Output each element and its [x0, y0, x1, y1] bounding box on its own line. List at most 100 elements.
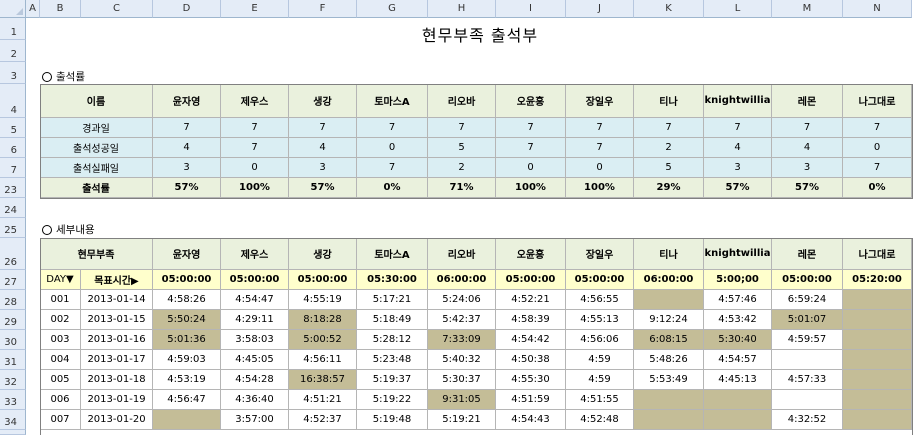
- column-header-j[interactable]: J: [566, 0, 634, 18]
- date-cell[interactable]: 2013-01-16: [81, 330, 153, 350]
- attendance-value[interactable]: 7: [843, 158, 912, 178]
- attendance-value[interactable]: 3: [772, 158, 843, 178]
- attendance-value[interactable]: 7: [772, 118, 843, 138]
- time-cell[interactable]: 4:54:42: [496, 330, 566, 350]
- time-cell[interactable]: 4:55:13: [566, 310, 634, 330]
- attendance-value[interactable]: 3: [153, 158, 221, 178]
- time-cell[interactable]: 4:54:28: [221, 370, 289, 390]
- detail-header-member[interactable]: 토마스A: [357, 238, 428, 270]
- time-cell[interactable]: 4:56:55: [566, 290, 634, 310]
- attendance-header-member[interactable]: 티나: [634, 84, 704, 118]
- detail-header-member[interactable]: knightwillia: [704, 238, 772, 270]
- detail-header-member[interactable]: 리오바: [428, 238, 496, 270]
- time-cell[interactable]: 5:50:24: [153, 310, 221, 330]
- time-cell[interactable]: 4:58:39: [496, 310, 566, 330]
- target-time-value[interactable]: 06:00:00: [634, 270, 704, 290]
- time-cell[interactable]: [772, 350, 843, 370]
- attendance-value[interactable]: 7: [704, 118, 772, 138]
- day-number[interactable]: 003: [40, 330, 81, 350]
- date-cell[interactable]: 2013-01-14: [81, 290, 153, 310]
- attendance-value[interactable]: 3: [289, 158, 357, 178]
- time-cell[interactable]: [634, 410, 704, 430]
- attendance-value[interactable]: 57%: [153, 178, 221, 198]
- time-cell[interactable]: 7:33:09: [428, 330, 496, 350]
- column-header-d[interactable]: D: [153, 0, 221, 18]
- time-cell[interactable]: 5:53:49: [634, 370, 704, 390]
- attendance-value[interactable]: 7: [153, 118, 221, 138]
- attendance-value[interactable]: 4: [772, 138, 843, 158]
- attendance-value[interactable]: 100%: [496, 178, 566, 198]
- time-cell[interactable]: 5:30:40: [704, 330, 772, 350]
- target-time-value[interactable]: 05:00:00: [153, 270, 221, 290]
- attendance-header-member[interactable]: 오윤홍: [496, 84, 566, 118]
- day-number[interactable]: 005: [40, 370, 81, 390]
- time-cell[interactable]: 4:51:59: [496, 390, 566, 410]
- attendance-header-name[interactable]: 이름: [40, 84, 153, 118]
- target-time-value[interactable]: 5:00;00: [704, 270, 772, 290]
- time-cell[interactable]: 9:31:05: [428, 390, 496, 410]
- attendance-value[interactable]: 7: [496, 138, 566, 158]
- time-cell[interactable]: 4:51:21: [289, 390, 357, 410]
- attendance-value[interactable]: 57%: [289, 178, 357, 198]
- attendance-value[interactable]: 5: [428, 138, 496, 158]
- row-header-34[interactable]: 34: [0, 410, 26, 430]
- column-header-g[interactable]: G: [357, 0, 428, 18]
- row-header-33[interactable]: 33: [0, 390, 26, 410]
- time-cell[interactable]: 5:17:21: [357, 290, 428, 310]
- detail-header-member[interactable]: 나그대로: [843, 238, 912, 270]
- time-cell[interactable]: [634, 390, 704, 410]
- time-cell[interactable]: [704, 410, 772, 430]
- attendance-value[interactable]: 57%: [704, 178, 772, 198]
- time-cell[interactable]: 5:23:48: [357, 350, 428, 370]
- attendance-value[interactable]: 7: [566, 118, 634, 138]
- target-time-value[interactable]: 05:00:00: [289, 270, 357, 290]
- row-header-3[interactable]: 3: [0, 62, 26, 84]
- time-cell[interactable]: 4:54:47: [221, 290, 289, 310]
- row-header-29[interactable]: 29: [0, 310, 26, 330]
- time-cell[interactable]: [153, 410, 221, 430]
- time-cell[interactable]: 8:18:28: [289, 310, 357, 330]
- time-cell[interactable]: 4:59: [566, 350, 634, 370]
- time-cell[interactable]: [634, 290, 704, 310]
- time-cell[interactable]: 5:19:48: [357, 410, 428, 430]
- time-cell[interactable]: 4:59: [566, 370, 634, 390]
- attendance-value[interactable]: 7: [221, 118, 289, 138]
- attendance-value[interactable]: 100%: [566, 178, 634, 198]
- time-cell[interactable]: 5:01:07: [772, 310, 843, 330]
- time-cell[interactable]: 4:52:37: [289, 410, 357, 430]
- time-cell[interactable]: 5:00:52: [289, 330, 357, 350]
- time-cell[interactable]: 5:30:37: [428, 370, 496, 390]
- time-cell[interactable]: 6:08:15: [634, 330, 704, 350]
- attendance-value[interactable]: 29%: [634, 178, 704, 198]
- attendance-value[interactable]: 7: [357, 118, 428, 138]
- row-header-1[interactable]: 1: [0, 18, 26, 40]
- attendance-value[interactable]: 7: [221, 138, 289, 158]
- time-cell[interactable]: 4:59:57: [772, 330, 843, 350]
- time-cell[interactable]: 4:51:55: [566, 390, 634, 410]
- time-cell[interactable]: 16:38:57: [289, 370, 357, 390]
- date-cell[interactable]: 2013-01-20: [81, 410, 153, 430]
- time-cell[interactable]: 4:57:33: [772, 370, 843, 390]
- attendance-row-label[interactable]: 출석실패일: [40, 158, 153, 178]
- column-header-a[interactable]: A: [26, 0, 40, 18]
- date-cell[interactable]: 2013-01-17: [81, 350, 153, 370]
- attendance-header-member[interactable]: 나그대로: [843, 84, 912, 118]
- time-cell[interactable]: 4:45:05: [221, 350, 289, 370]
- attendance-value[interactable]: 7: [289, 118, 357, 138]
- time-cell[interactable]: 5:28:12: [357, 330, 428, 350]
- attendance-header-member[interactable]: knightwillia: [704, 84, 772, 118]
- time-cell[interactable]: 6:59:24: [772, 290, 843, 310]
- attendance-value[interactable]: 0%: [843, 178, 912, 198]
- row-header-6[interactable]: 6: [0, 138, 26, 158]
- time-cell[interactable]: 4:32:52: [772, 410, 843, 430]
- time-cell[interactable]: [843, 410, 912, 430]
- time-cell[interactable]: [843, 330, 912, 350]
- attendance-header-member[interactable]: 토마스A: [357, 84, 428, 118]
- attendance-value[interactable]: 7: [496, 118, 566, 138]
- row-header-32[interactable]: 32: [0, 370, 26, 390]
- row-header-31[interactable]: 31: [0, 350, 26, 370]
- day-number[interactable]: 007: [40, 410, 81, 430]
- attendance-value[interactable]: 0: [496, 158, 566, 178]
- time-cell[interactable]: 4:58:26: [153, 290, 221, 310]
- attendance-row-label[interactable]: 경과일: [40, 118, 153, 138]
